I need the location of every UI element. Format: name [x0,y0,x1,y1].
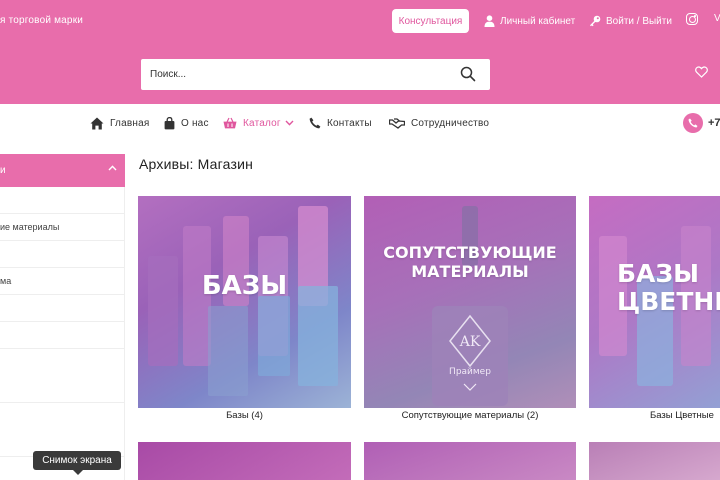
category-image [589,442,720,480]
sidebar-item[interactable] [0,376,125,403]
category-card-bases[interactable]: БАЗЫ [138,196,351,408]
category-label-colored-bases[interactable]: Базы Цветные [650,410,720,421]
login-label: Войти / Выйти [606,15,672,27]
instagram-icon[interactable] [686,13,698,25]
category-card-materials[interactable]: AK Праймер СОПУТСТВУЮЩИЕ МАТЕРИАЛЫ [364,196,576,408]
sidebar-header[interactable]: и [0,154,125,187]
nav-label-about: О нас [181,117,209,129]
nav-label-cooperation: Сотрудничество [411,117,490,129]
top-header: я торговой марки Консультация Личный каб… [0,0,720,104]
category-title-line2: МАТЕРИАЛЫ [411,262,529,281]
nav-item-catalog[interactable]: Каталог [223,115,300,131]
nav-label-home: Главная [110,117,150,129]
category-title-line1: СОПУТСТВУЮЩИЕ [383,243,557,262]
category-title-line1: БАЗЫ [617,259,700,288]
phone-icon [688,118,698,128]
sidebar-item[interactable] [0,187,125,214]
category-image [138,196,351,408]
category-card-row2[interactable] [589,442,720,480]
category-label-materials[interactable]: Сопутствующие материалы (2) [364,410,576,421]
screenshot-tooltip: Снимок экрана [33,451,121,475]
category-title: БАЗЫ [201,271,288,301]
category-label-bases[interactable]: Базы (4) [138,410,351,421]
nav-item-home[interactable]: Главная [90,115,149,131]
chevron-up-icon[interactable] [108,165,117,171]
account-label: Личный кабинет [500,15,576,27]
svg-text:AK: AK [459,334,481,350]
search-icon[interactable] [460,66,476,82]
category-sidebar: и ие материалы ма [0,154,125,480]
category-title-line2: ЦВЕТНЫЕ [617,287,720,316]
category-card-row2[interactable] [138,442,351,480]
search-bar [141,59,490,90]
nav-label-catalog: Каталог [243,117,281,129]
brand-tagline: я торговой марки [0,15,84,26]
phone-circle-icon[interactable] [683,113,703,133]
primer-bottle-illustration: AK Праймер [432,206,508,406]
page-title: Архивы: Магазин [139,156,254,172]
consultation-button[interactable]: Консультация [392,9,469,33]
nail-polish-bottles-illustration [148,206,338,396]
search-input[interactable] [141,59,451,90]
account-link[interactable]: Личный кабинет [484,13,575,29]
basket-icon [223,117,237,129]
main-nav: Главная О нас Каталог Контакты Сотруднич [0,104,720,142]
sidebar-item[interactable] [0,295,125,322]
bag-icon [164,116,175,129]
nav-label-contacts: Контакты [327,117,372,129]
sidebar-item[interactable] [0,241,125,268]
sidebar-header-label: и [0,165,6,176]
sidebar-item[interactable]: ма [0,268,125,295]
user-icon [484,15,495,27]
svg-text:Праймер: Праймер [449,367,491,377]
category-image: AK Праймер [364,196,576,408]
handshake-icon [389,117,405,129]
sidebar-item[interactable]: ие материалы [0,214,125,241]
sidebar-item[interactable] [0,322,125,349]
category-card-row2[interactable] [364,442,576,480]
category-image [138,442,351,480]
nav-item-cooperation[interactable]: Сотрудничество [389,115,489,131]
category-image [364,442,576,480]
nav-item-contacts[interactable]: Контакты [309,115,372,131]
chevron-down-icon [285,120,294,126]
nav-item-about[interactable]: О нас [164,115,209,131]
home-icon [90,117,104,129]
category-card-colored-bases[interactable]: БАЗЫ ЦВЕТНЫЕ [589,196,720,408]
truncated-social-icon[interactable]: V [714,13,720,24]
phone-icon [309,117,321,129]
key-icon [590,15,601,27]
login-link[interactable]: Войти / Выйти [589,13,672,29]
wishlist-heart-icon[interactable] [695,66,708,78]
phone-number[interactable]: +7 [708,117,720,129]
